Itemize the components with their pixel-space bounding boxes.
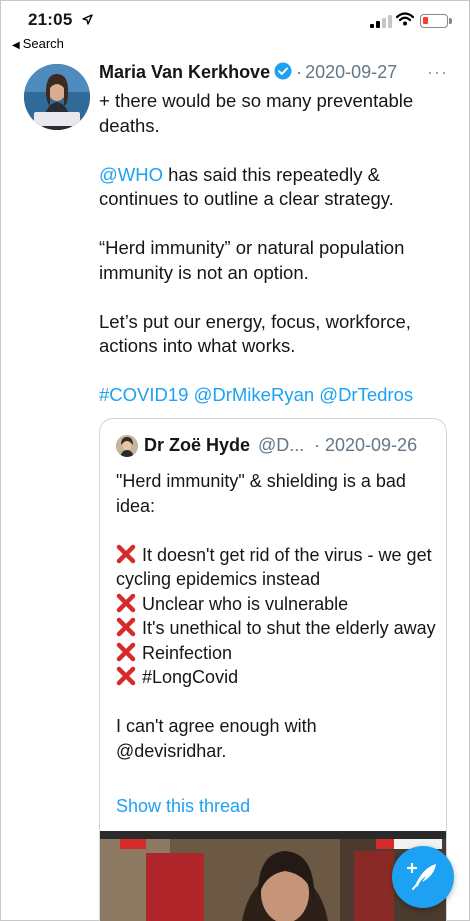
show-this-thread-link[interactable]: Show this thread <box>116 796 250 817</box>
quoted-author-handle: @D... <box>258 435 305 455</box>
quoted-author-name: Dr Zoë Hyde <box>144 435 251 455</box>
tweet-paragraph: @WHO has said this repeatedly & continue… <box>99 163 449 212</box>
cross-mark-icon <box>116 617 136 637</box>
back-triangle-icon: ◀ <box>12 40 20 51</box>
verified-badge-icon <box>274 62 292 80</box>
cross-mark-icon <box>116 593 136 613</box>
author-name[interactable]: Maria Van Kerkhove <box>99 62 270 82</box>
quoted-point: It doesn't get rid of the virus - we get… <box>116 543 436 592</box>
tweet-body: + there would be so many preventable dea… <box>99 89 449 432</box>
battery-icon <box>420 14 452 28</box>
tweet-paragraph: Let’s put our energy, focus, workforce, … <box>99 310 411 357</box>
cellular-signal-icon <box>370 14 392 28</box>
quoted-author-avatar <box>116 435 138 457</box>
quoted-point-text: It doesn't get rid of the virus - we get… <box>116 544 432 590</box>
mention-who-link[interactable]: @WHO <box>99 164 163 185</box>
tweet-paragraph: “Herd immunity” or natural population im… <box>99 237 405 283</box>
author-avatar[interactable] <box>24 64 90 130</box>
quoted-point: Reinfection <box>116 641 436 666</box>
quoted-point-text: Reinfection <box>142 642 233 663</box>
quoted-point-text: #LongCovid <box>142 667 239 687</box>
compose-tweet-button[interactable] <box>392 846 454 908</box>
quoted-point: It's unethical to shut the elderly away <box>116 616 436 641</box>
quoted-tweet-header: Dr Zoë Hyde @D... · 2020-09-26 <box>116 435 436 459</box>
quoted-point-text: It's unethical to shut the elderly away <box>142 618 436 638</box>
tweet-date[interactable]: 2020-09-27 <box>305 62 397 82</box>
compose-feather-icon <box>406 862 436 890</box>
status-bar: 21:05 <box>0 10 470 34</box>
quoted-tweet-date: 2020-09-26 <box>325 435 418 455</box>
quoted-tweet-body: "Herd immunity" & shielding is a bad ide… <box>116 469 436 763</box>
dot-separator: · <box>296 62 303 82</box>
hashtags-mentions-line[interactable]: #COVID19 @DrMikeRyan @DrTedros <box>99 383 449 408</box>
wifi-icon <box>395 12 415 28</box>
tweet-paragraph: + there would be so many preventable dea… <box>99 90 414 136</box>
cross-mark-icon <box>116 642 136 662</box>
back-label: Search <box>22 36 64 51</box>
back-to-search-link[interactable]: ◀ Search <box>12 36 64 51</box>
quoted-point-text: Unclear who is vulnerable <box>142 593 349 614</box>
quoted-point: Unclear who is vulnerable <box>116 592 436 617</box>
location-arrow-icon <box>82 14 93 28</box>
tweet-author-row: Maria Van Kerkhove · 2020-09-27 <box>99 62 459 88</box>
cross-mark-icon <box>116 666 136 686</box>
status-time: 21:05 <box>28 10 73 29</box>
quoted-closing-line: I can't agree enough with <box>116 716 317 736</box>
quoted-intro: "Herd immunity" & shielding is a bad ide… <box>116 471 406 516</box>
quoted-date-wrap: · 2020-09-26 <box>314 435 418 455</box>
more-options-button[interactable]: ··· <box>427 62 448 83</box>
quoted-point: #LongCovid <box>116 665 436 690</box>
quoted-closing-mention: @devisridhar. <box>116 740 227 761</box>
cross-mark-icon <box>116 544 136 564</box>
